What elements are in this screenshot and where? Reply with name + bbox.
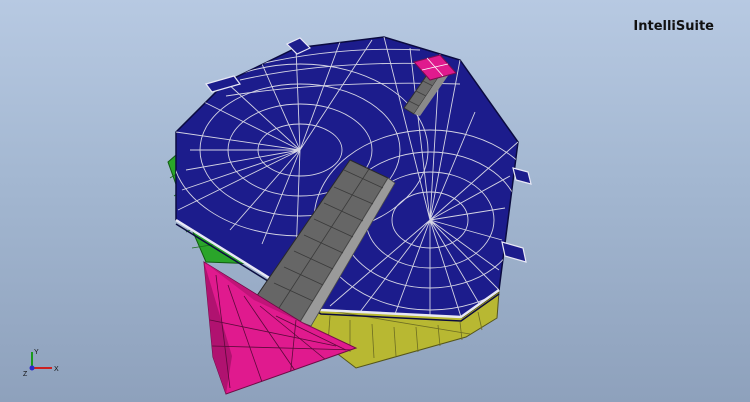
mesh-model-render[interactable] bbox=[0, 0, 750, 402]
anchor-tab-right-lower bbox=[501, 241, 527, 263]
anchor-tab-right-upper bbox=[512, 167, 532, 185]
axis-x-label: X bbox=[54, 366, 59, 373]
axis-triad: Y Z X bbox=[23, 349, 59, 378]
axis-y-label: Y bbox=[34, 349, 39, 356]
3d-viewport[interactable]: IntelliSuite Y Z X bbox=[0, 0, 750, 402]
brand-label: IntelliSuite bbox=[633, 19, 714, 34]
axis-z-label: Z bbox=[23, 371, 28, 378]
axis-z-dot bbox=[29, 365, 35, 371]
